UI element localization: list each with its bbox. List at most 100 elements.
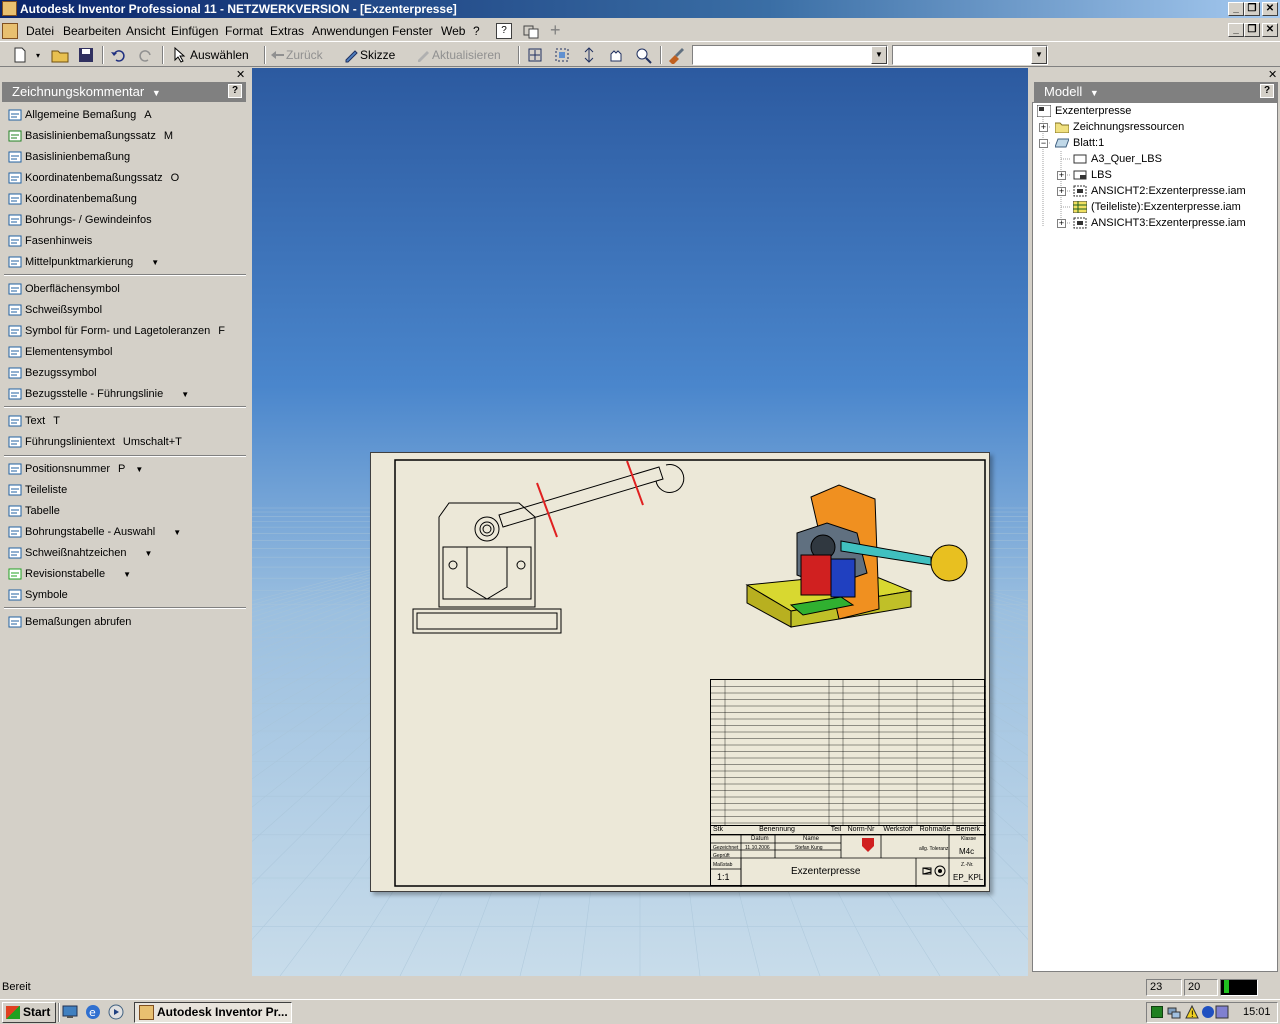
add-icon[interactable]: + bbox=[550, 21, 566, 39]
panel-item-8[interactable]: Oberflächensymbol bbox=[8, 280, 128, 298]
expand-icon[interactable]: + bbox=[1057, 171, 1066, 180]
whats-this-icon[interactable] bbox=[523, 23, 539, 39]
panel-item-4[interactable]: Koordinatenbemaßung bbox=[8, 190, 145, 208]
panel-header[interactable]: Zeichnungskommentar ▼ ? bbox=[2, 82, 246, 102]
panel-item-14[interactable]: Text T bbox=[8, 412, 60, 430]
panel-item-15[interactable]: Führungslinientext Umschalt+T bbox=[8, 433, 182, 451]
desktop-icon[interactable] bbox=[62, 1004, 78, 1020]
volume-icon[interactable] bbox=[1201, 1005, 1215, 1019]
panel-item-16[interactable]: Positionsnummer P ▼ bbox=[8, 460, 143, 478]
minimize-button[interactable]: _ bbox=[1228, 2, 1244, 16]
browser-help-icon[interactable]: ? bbox=[1260, 84, 1274, 98]
browser-close-icon[interactable]: ✕ bbox=[1268, 68, 1277, 81]
menu-bearbeiten[interactable]: Bearbeiten bbox=[63, 24, 121, 38]
item-dropdown-icon[interactable]: ▼ bbox=[151, 258, 159, 267]
panel-item-7[interactable]: Mittelpunktmarkierung ▼ bbox=[8, 253, 159, 271]
panel-help-icon[interactable]: ? bbox=[228, 84, 242, 98]
panel-item-5[interactable]: Bohrungs- / Gewindeinfos bbox=[8, 211, 160, 229]
tree-node-view2[interactable]: ANSICHT2:Exzenterpresse.iam bbox=[1073, 183, 1246, 199]
item-dropdown-icon[interactable]: ▼ bbox=[181, 390, 189, 399]
doc-close-button[interactable]: ✕ bbox=[1262, 23, 1278, 37]
menu-datei[interactable]: Datei bbox=[26, 24, 54, 38]
styles-editor-icon[interactable] bbox=[666, 46, 686, 65]
panel-dropdown-icon[interactable]: ▼ bbox=[152, 88, 161, 98]
tree-node-root[interactable]: Exzenterpresse bbox=[1037, 103, 1131, 119]
menu-ansicht[interactable]: Ansicht bbox=[126, 24, 165, 38]
save-icon[interactable] bbox=[76, 46, 96, 64]
panel-item-2[interactable]: Basislinienbemaßung bbox=[8, 148, 138, 166]
panel-item-17[interactable]: Teileliste bbox=[8, 481, 75, 499]
doc-restore-button[interactable]: ❐ bbox=[1244, 23, 1260, 37]
menu-format[interactable]: Format bbox=[225, 24, 263, 38]
menu-web[interactable]: Web bbox=[441, 24, 465, 38]
panel-item-13[interactable]: Bezugsstelle - Führungslinie ▼ bbox=[8, 385, 189, 403]
tree-node-partslist[interactable]: (Teileliste):Exzenterpresse.iam bbox=[1073, 199, 1241, 215]
start-button[interactable]: Start bbox=[2, 1002, 56, 1023]
open-folder-icon[interactable] bbox=[50, 46, 70, 64]
menu-einfuegen[interactable]: Einfügen bbox=[171, 24, 218, 38]
combo-dropdown-icon[interactable]: ▼ bbox=[1031, 46, 1047, 64]
expand-icon[interactable]: + bbox=[1039, 123, 1048, 132]
panel-item-19[interactable]: Bohrungstabelle - Auswahl ▼ bbox=[8, 523, 181, 541]
zoom-selected-icon[interactable] bbox=[634, 46, 654, 64]
panel-item-9[interactable]: Schweißsymbol bbox=[8, 301, 110, 319]
drawing-sheet[interactable]: Stk Benennung Teil Norm-Nr Werkstoff Roh… bbox=[370, 452, 990, 892]
panel-item-21[interactable]: Revisionstabelle ▼ bbox=[8, 565, 131, 583]
doc-minimize-button[interactable]: _ bbox=[1228, 23, 1244, 37]
panel-item-22[interactable]: Symbole bbox=[8, 586, 76, 604]
tree-node-border[interactable]: A3_Quer_LBS bbox=[1073, 151, 1162, 167]
panel-item-11[interactable]: Elementensymbol bbox=[8, 343, 120, 361]
antivirus-icon[interactable] bbox=[1215, 1005, 1229, 1019]
layer-combo[interactable]: ▼ bbox=[892, 45, 1048, 65]
panel-close-icon[interactable]: ✕ bbox=[236, 68, 245, 81]
zoom-all-icon[interactable] bbox=[526, 46, 546, 64]
panel-item-1[interactable]: Basislinienbemaßungssatz M bbox=[8, 127, 173, 145]
tree-node-resources[interactable]: Zeichnungsressourcen bbox=[1055, 119, 1184, 135]
panel-item-3[interactable]: Koordinatenbemaßungssatz O bbox=[8, 169, 179, 187]
browser-header[interactable]: Modell ▼ ? bbox=[1034, 82, 1278, 102]
item-dropdown-icon[interactable]: ▼ bbox=[135, 465, 143, 474]
item-dropdown-icon[interactable]: ▼ bbox=[145, 549, 153, 558]
browser-dropdown-icon[interactable]: ▼ bbox=[1090, 88, 1099, 98]
menu-help[interactable]: ? bbox=[473, 24, 480, 38]
item-dropdown-icon[interactable]: ▼ bbox=[173, 528, 181, 537]
panel-item-6[interactable]: Fasenhinweis bbox=[8, 232, 100, 250]
new-dropdown-icon[interactable]: ▾ bbox=[36, 51, 40, 60]
expand-icon[interactable]: + bbox=[1057, 187, 1066, 196]
tree-node-titleblock[interactable]: LBS bbox=[1073, 167, 1112, 183]
network-icon[interactable] bbox=[1167, 1006, 1181, 1020]
redo-icon[interactable] bbox=[136, 46, 156, 64]
panel-item-12[interactable]: Bezugssymbol bbox=[8, 364, 105, 382]
collapse-icon[interactable]: − bbox=[1039, 139, 1048, 148]
tray-app-icon[interactable] bbox=[1151, 1006, 1163, 1018]
document-icon[interactable] bbox=[2, 23, 18, 39]
panel-item-20[interactable]: Schweißnahtzeichen ▼ bbox=[8, 544, 152, 562]
panel-item-18[interactable]: Tabelle bbox=[8, 502, 68, 520]
update-label[interactable]: Aktualisieren bbox=[432, 48, 501, 62]
zoom-icon[interactable] bbox=[580, 46, 600, 64]
zoom-window-icon[interactable] bbox=[553, 46, 573, 64]
panel-item-23[interactable]: Bemaßungen abrufen bbox=[8, 613, 139, 631]
back-label[interactable]: Zurück bbox=[286, 48, 323, 62]
undo-icon[interactable] bbox=[108, 46, 128, 64]
inventor-app-icon[interactable] bbox=[2, 1, 17, 16]
restore-button[interactable]: ❐ bbox=[1244, 2, 1260, 16]
menu-extras[interactable]: Extras bbox=[270, 24, 304, 38]
expand-icon[interactable]: + bbox=[1057, 219, 1066, 228]
tree-node-view3[interactable]: ANSICHT3:Exzenterpresse.iam bbox=[1073, 215, 1246, 231]
combo-dropdown-icon[interactable]: ▼ bbox=[871, 46, 887, 64]
media-player-icon[interactable] bbox=[108, 1004, 124, 1020]
style-combo[interactable]: ▼ bbox=[692, 45, 888, 65]
graphics-window[interactable]: Stk Benennung Teil Norm-Nr Werkstoff Roh… bbox=[252, 68, 1028, 976]
panel-item-10[interactable]: Symbol für Form- und Lagetoleranzen F bbox=[8, 322, 225, 340]
sketch-label[interactable]: Skizze bbox=[360, 48, 395, 62]
new-file-icon[interactable] bbox=[10, 46, 30, 64]
item-dropdown-icon[interactable]: ▼ bbox=[123, 570, 131, 579]
internet-explorer-icon[interactable]: e bbox=[85, 1004, 101, 1020]
help-icon[interactable]: ? bbox=[496, 23, 512, 39]
taskbar-inventor-button[interactable]: Autodesk Inventor Pr... bbox=[134, 1002, 292, 1023]
panel-item-0[interactable]: Allgemeine Bemaßung A bbox=[8, 106, 152, 124]
menu-fenster[interactable]: Fenster bbox=[392, 24, 433, 38]
close-button[interactable]: ✕ bbox=[1262, 2, 1278, 16]
warning-icon[interactable]: ! bbox=[1185, 1004, 1199, 1020]
